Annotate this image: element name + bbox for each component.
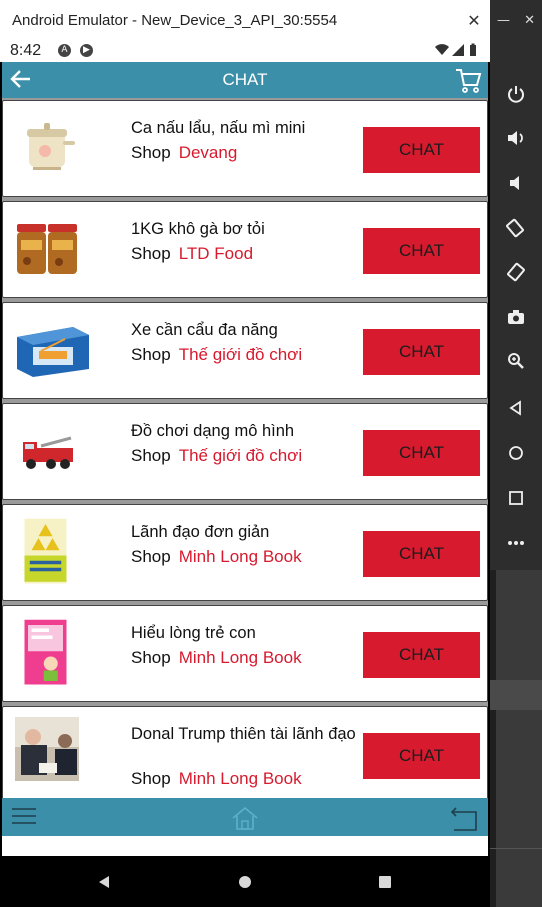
jars-image — [17, 224, 77, 274]
toy-box-image — [17, 327, 89, 377]
back-arrow-icon[interactable] — [8, 66, 34, 92]
background-window-panel — [490, 570, 542, 907]
product-name: Xe cần cẩu đa năng — [131, 321, 278, 339]
photo-image — [15, 717, 79, 781]
shop-label: Shop — [131, 547, 171, 566]
camera-icon[interactable] — [500, 301, 532, 333]
volume-up-icon[interactable] — [500, 122, 532, 154]
home-icon[interactable] — [231, 806, 259, 830]
android-emulator-window: Android Emulator - New_Device_3_API_30:5… — [0, 0, 542, 907]
shop-line: Shop Minh Long Book — [131, 769, 302, 789]
chat-button[interactable]: CHAT — [363, 632, 480, 678]
status-bar: 8:42 A ▶ — [0, 40, 490, 62]
window-controls: ✕ — [458, 0, 490, 40]
chat-button[interactable]: CHAT — [363, 531, 480, 577]
bottom-bar — [2, 798, 488, 836]
product-name: Lãnh đạo đơn giản — [131, 523, 270, 541]
shop-label: Shop — [131, 143, 171, 162]
shop-line: Shop Thế giới đồ chơi — [131, 446, 302, 466]
product-name: Donal Trump thiên tài lãnh đạo — [131, 725, 356, 743]
page-title: CHAT — [222, 70, 268, 89]
shop-line: Shop LTD Food — [131, 244, 253, 264]
list-item[interactable]: Ca nấu lẩu, nấu mì mini Shop Devang CHAT — [2, 100, 488, 197]
wifi-signal-battery-icon — [434, 43, 480, 60]
minimize-icon[interactable]: — — [497, 13, 510, 28]
power-icon[interactable] — [500, 78, 532, 110]
shop-name[interactable]: Thế giới đồ chơi — [179, 345, 302, 364]
rotate-right-icon[interactable] — [500, 256, 532, 288]
fire-truck-image — [23, 436, 73, 469]
chat-button[interactable]: CHAT — [363, 733, 480, 779]
phone-frame: 8:42 A ▶ CHAT Ca nấu lẩu, nấu mì mini Sh… — [0, 40, 490, 907]
rotate-left-icon[interactable] — [500, 212, 532, 244]
close-toolbar-icon[interactable]: ✕ — [524, 13, 535, 28]
shop-name[interactable]: Thế giới đồ chơi — [179, 446, 302, 465]
list-item[interactable]: Đồ chơi dạng mô hình Shop Thế giới đồ chơ… — [2, 403, 488, 500]
book-cover-image — [24, 518, 67, 584]
chat-button[interactable]: CHAT — [363, 228, 480, 274]
return-icon[interactable] — [450, 804, 480, 832]
list-item[interactable]: Lãnh đạo đơn giản Shop Minh Long Book CHA… — [2, 504, 488, 601]
notification-play-icon: ▶ — [80, 44, 93, 57]
book-cover-image — [24, 619, 67, 685]
shop-name[interactable]: Devang — [179, 143, 238, 162]
panel-edge — [490, 570, 496, 907]
cooker-image — [27, 123, 75, 170]
more-options-icon[interactable] — [500, 527, 532, 559]
app-bar: CHAT — [2, 62, 488, 98]
shop-name[interactable]: Minh Long Book — [179, 547, 302, 566]
notification-a-icon: A — [58, 44, 71, 57]
chat-list: Ca nấu lẩu, nấu mì mini Shop Devang CHAT … — [2, 98, 488, 803]
android-nav-bar — [0, 856, 490, 907]
home-circle-icon[interactable] — [500, 437, 532, 469]
shop-line: Shop Thế giới đồ chơi — [131, 345, 302, 365]
product-name: Đồ chơi dạng mô hình — [131, 422, 295, 440]
list-item[interactable]: Xe cần cẩu đa năng Shop Thế giới đồ chơi … — [2, 302, 488, 399]
nav-back-icon[interactable] — [92, 870, 116, 894]
list-item[interactable]: 1KG khô gà bơ tỏi Shop LTD Food CHAT — [2, 201, 488, 298]
panel-highlight-row — [490, 680, 542, 710]
chat-button[interactable]: CHAT — [363, 430, 480, 476]
app-screen: CHAT Ca nấu lẩu, nấu mì mini Shop Devang … — [2, 62, 488, 856]
emulator-title: Android Emulator - New_Device_3_API_30:5… — [12, 11, 338, 29]
product-name: 1KG khô gà bơ tỏi — [131, 220, 265, 238]
volume-down-icon[interactable] — [500, 167, 532, 199]
nav-recents-icon[interactable] — [373, 870, 397, 894]
emulator-toolbar: — ✕ — [490, 0, 542, 907]
shop-label: Shop — [131, 244, 171, 263]
toolbar-window-controls: — ✕ — [490, 0, 542, 40]
back-triangle-icon[interactable] — [500, 392, 532, 424]
shop-name[interactable]: Minh Long Book — [179, 769, 302, 788]
shop-name[interactable]: LTD Food — [179, 244, 253, 263]
menu-icon[interactable] — [12, 806, 36, 826]
shop-label: Shop — [131, 648, 171, 667]
list-item[interactable]: Hiểu lòng trẻ con Shop Minh Long Book CHA… — [2, 605, 488, 702]
close-icon[interactable]: ✕ — [458, 11, 490, 30]
shop-line: Shop Minh Long Book — [131, 547, 302, 567]
shop-line: Shop Minh Long Book — [131, 648, 302, 668]
emulator-title-bar: Android Emulator - New_Device_3_API_30:5… — [0, 0, 490, 40]
product-name: Hiểu lòng trẻ con — [131, 624, 256, 642]
overview-square-icon[interactable] — [500, 482, 532, 514]
shop-label: Shop — [131, 446, 171, 465]
chat-button[interactable]: CHAT — [363, 329, 480, 375]
nav-home-icon[interactable] — [233, 870, 257, 894]
list-item[interactable]: Donal Trump thiên tài lãnh đạo Shop Minh … — [2, 706, 488, 803]
zoom-icon[interactable] — [500, 345, 532, 377]
chat-button[interactable]: CHAT — [363, 127, 480, 173]
shop-line: Shop Devang — [131, 143, 237, 163]
shop-label: Shop — [131, 769, 171, 788]
shop-label: Shop — [131, 345, 171, 364]
product-name: Ca nấu lẩu, nấu mì mini — [131, 119, 306, 137]
panel-divider — [490, 848, 542, 849]
cart-icon[interactable] — [454, 66, 482, 94]
status-time: 8:42 — [10, 42, 42, 59]
shop-name[interactable]: Minh Long Book — [179, 648, 302, 667]
